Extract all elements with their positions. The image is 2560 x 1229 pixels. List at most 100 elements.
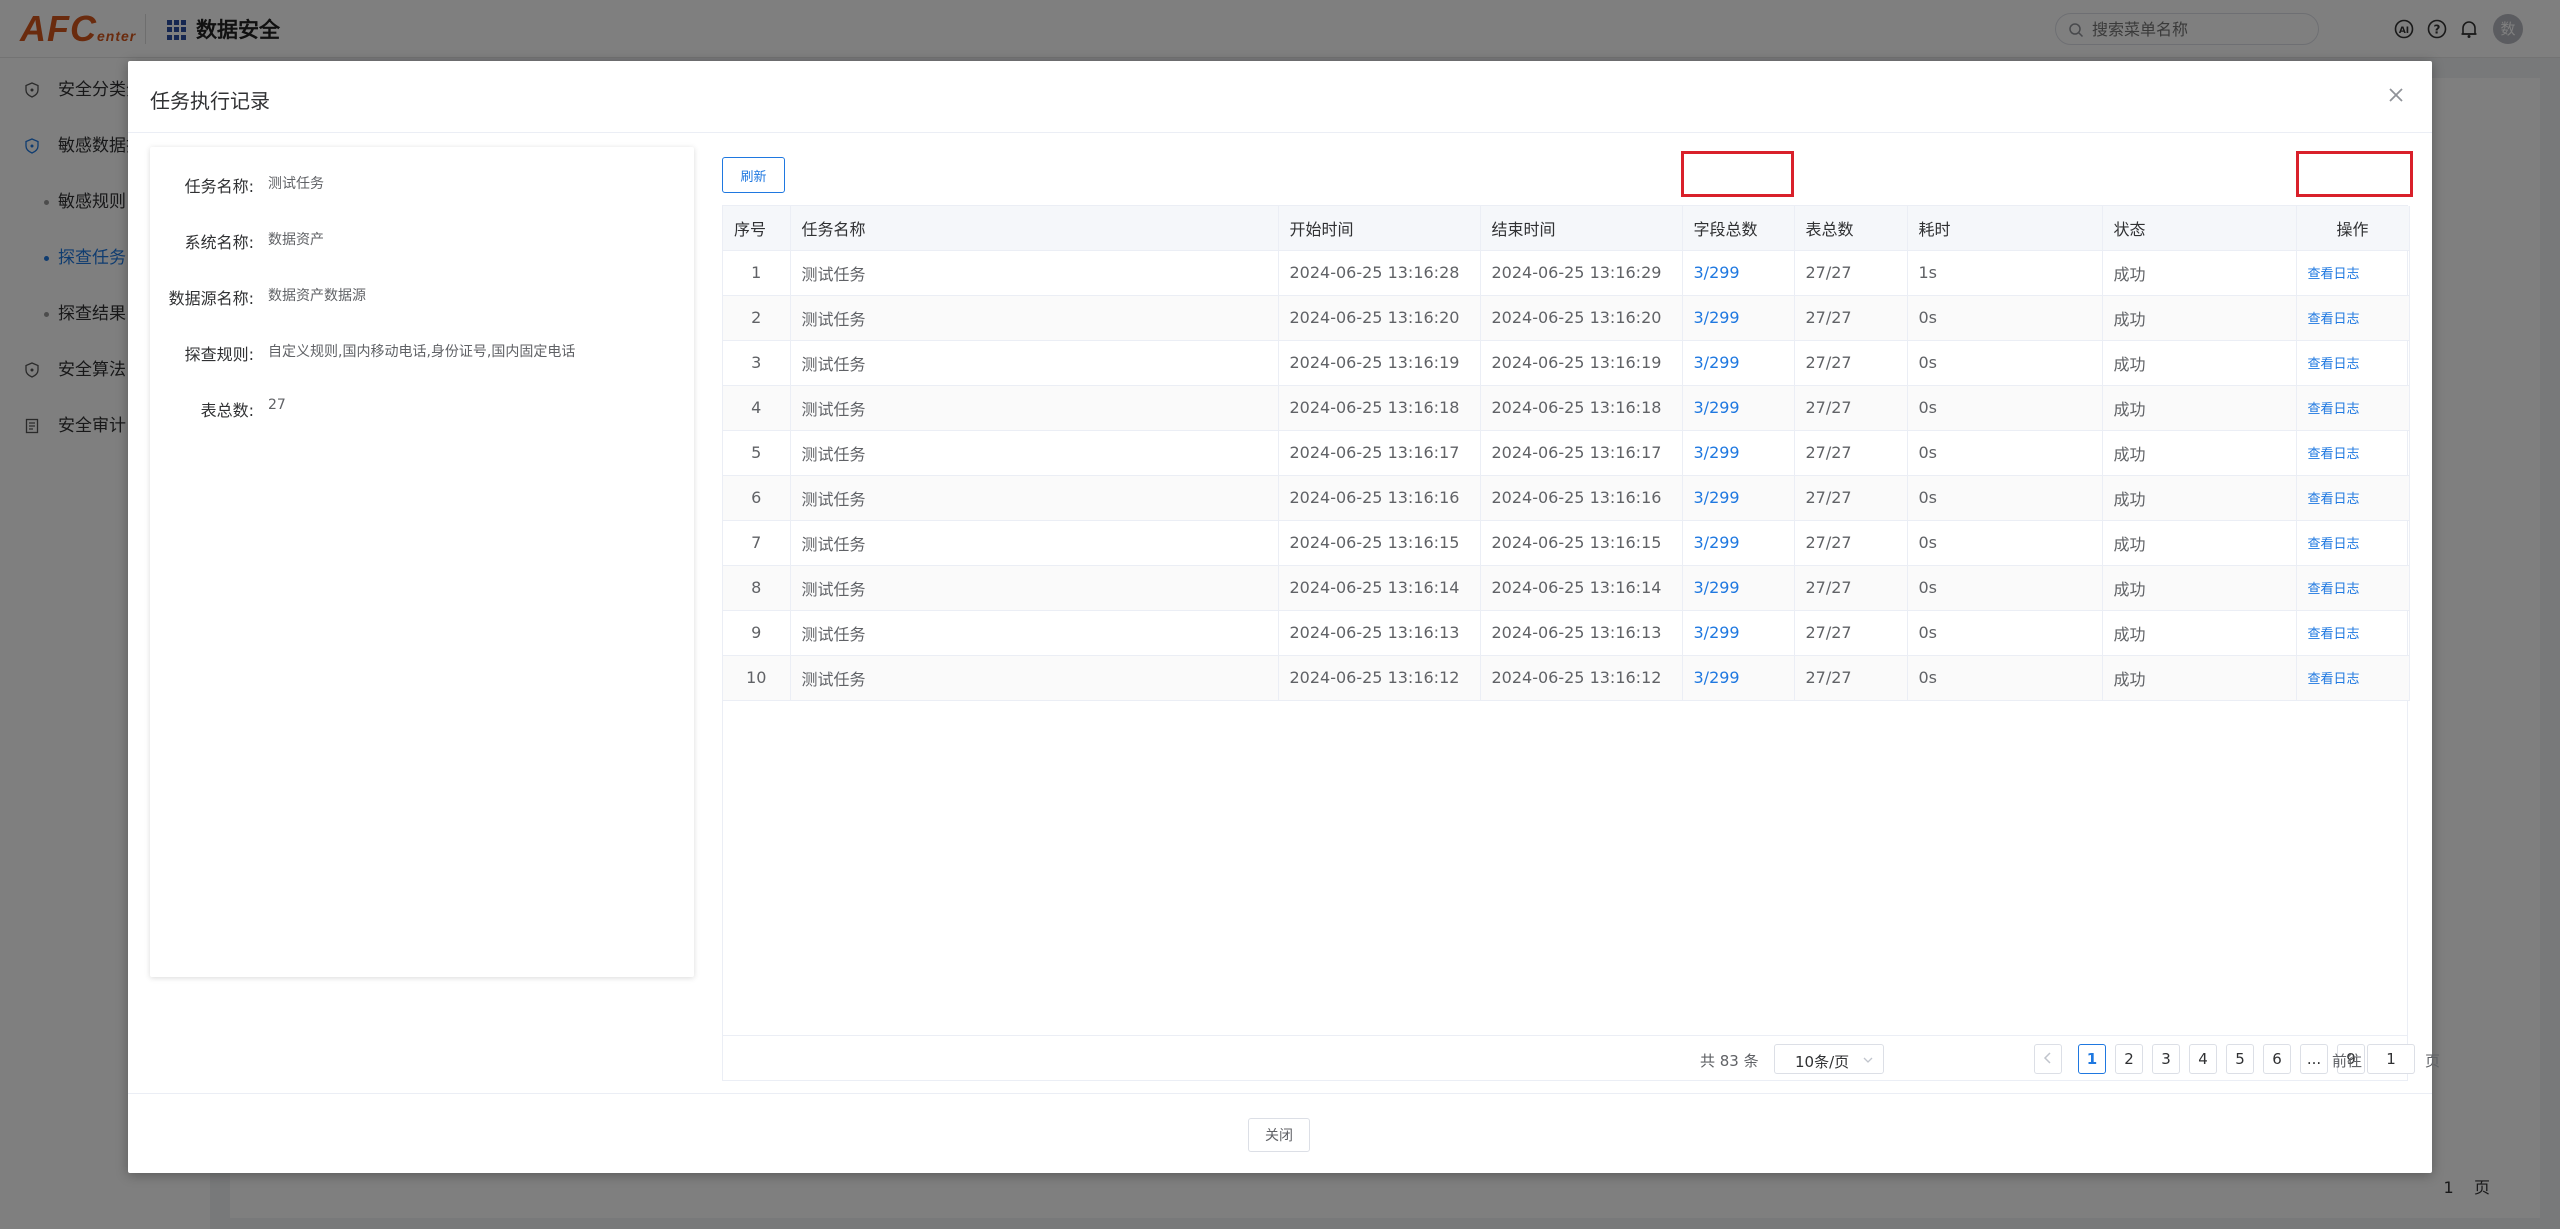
cell-field-total: 3/299 (1682, 295, 1795, 341)
table-row: 4 测试任务 2024-06-25 13:16:18 2024-06-25 13:16… (723, 385, 2410, 431)
page-size-select[interactable]: 10条/页 (1774, 1044, 1884, 1074)
view-log-link[interactable]: 查看日志 (2308, 357, 2360, 372)
view-log-link[interactable]: 查看日志 (2308, 537, 2360, 552)
cell-no: 10 (723, 655, 791, 701)
view-log-link[interactable]: 查看日志 (2308, 267, 2360, 282)
cell-duration: 0s (1907, 430, 2103, 476)
cell-action: 查看日志 (2296, 295, 2410, 341)
task-info-panel: 任务名称: 测试任务 系统名称: 数据资产 数据源名称: 数据资产数据源 探查规… (150, 147, 694, 977)
cell-table-total: 27/27 (1794, 295, 1908, 341)
table-row: 10 测试任务 2024-06-25 13:16:12 2024-06-25 13:1… (723, 655, 2410, 701)
cell-start-time: 2024-06-25 13:16:14 (1278, 565, 1481, 611)
page-button[interactable]: 5 (2226, 1044, 2254, 1074)
col-header: 开始时间 (1278, 206, 1481, 251)
view-log-link[interactable]: 查看日志 (2308, 582, 2360, 597)
goto-page-input[interactable] (2367, 1044, 2415, 1074)
cell-duration: 0s (1907, 340, 2103, 386)
field-total-link[interactable]: 3/299 (1694, 668, 1740, 687)
refresh-button[interactable]: 刷新 (722, 157, 785, 193)
cell-start-time: 2024-06-25 13:16:16 (1278, 475, 1481, 521)
cell-action: 查看日志 (2296, 520, 2410, 566)
table-row: 6 测试任务 2024-06-25 13:16:16 2024-06-25 13:16… (723, 475, 2410, 521)
cell-start-time: 2024-06-25 13:16:28 (1278, 250, 1481, 296)
page-button[interactable]: 4 (2189, 1044, 2217, 1074)
cell-action: 查看日志 (2296, 655, 2410, 701)
cell-table-total: 27/27 (1794, 250, 1908, 296)
cell-status: 成功 (2102, 250, 2297, 296)
cell-field-total: 3/299 (1682, 340, 1795, 386)
table-row: 3 测试任务 2024-06-25 13:16:19 2024-06-25 13:16… (723, 340, 2410, 386)
field-total-link[interactable]: 3/299 (1694, 308, 1740, 327)
table-header-row: 序号 任务名称 开始时间 结束时间 字段总数 表总数 耗时 状态 操作 (723, 206, 2410, 251)
view-log-link[interactable]: 查看日志 (2308, 627, 2360, 642)
cell-no: 2 (723, 295, 791, 341)
cell-table-total: 27/27 (1794, 430, 1908, 476)
cell-duration: 0s (1907, 655, 2103, 701)
goto-unit: 页 (2425, 1052, 2441, 1070)
record-table: 序号 任务名称 开始时间 结束时间 字段总数 表总数 耗时 状态 操作 1 测试任… (722, 205, 2410, 1081)
cell-duration: 0s (1907, 565, 2103, 611)
cell-no: 6 (723, 475, 791, 521)
field-total-link[interactable]: 3/299 (1694, 488, 1740, 507)
pagination: 共 83 条 10条/页 1 2 3 4 5 6 ... 9 前往页 (722, 1035, 2440, 1081)
view-log-link[interactable]: 查看日志 (2308, 312, 2360, 327)
table-row: 2 测试任务 2024-06-25 13:16:20 2024-06-25 13:16… (723, 295, 2410, 341)
highlight-box-fields (1681, 151, 1794, 197)
cell-table-total: 27/27 (1794, 385, 1908, 431)
cell-end-time: 2024-06-25 13:16:17 (1480, 430, 1683, 476)
field-total-link[interactable]: 3/299 (1694, 263, 1740, 282)
cell-task-name: 测试任务 (790, 655, 1279, 701)
goto-label: 前往 (2332, 1052, 2363, 1070)
view-log-link[interactable]: 查看日志 (2308, 672, 2360, 687)
cell-action: 查看日志 (2296, 385, 2410, 431)
close-button[interactable]: 关闭 (1248, 1118, 1310, 1152)
view-log-link[interactable]: 查看日志 (2308, 447, 2360, 462)
cell-table-total: 27/27 (1794, 520, 1908, 566)
info-scan-rules: 探查规则: 自定义规则,国内移动电话,身份证号,国内固定电话 (184, 344, 576, 364)
cell-action: 查看日志 (2296, 340, 2410, 386)
field-total-link[interactable]: 3/299 (1694, 623, 1740, 642)
cell-no: 3 (723, 340, 791, 386)
dialog-footer: 关闭 (128, 1093, 2432, 1173)
field-total-link[interactable]: 3/299 (1694, 398, 1740, 417)
cell-task-name: 测试任务 (790, 250, 1279, 296)
cell-duration: 0s (1907, 520, 2103, 566)
close-icon[interactable] (2384, 83, 2408, 107)
col-header: 耗时 (1907, 206, 2103, 251)
more-pages-button[interactable]: ... (2300, 1044, 2328, 1074)
col-header: 结束时间 (1480, 206, 1683, 251)
cell-status: 成功 (2102, 475, 2297, 521)
page-button[interactable]: 3 (2152, 1044, 2180, 1074)
prev-page-button[interactable] (2034, 1044, 2062, 1074)
field-total-link[interactable]: 3/299 (1694, 578, 1740, 597)
cell-table-total: 27/27 (1794, 565, 1908, 611)
page-button[interactable]: 1 (2078, 1044, 2106, 1074)
cell-no: 5 (723, 430, 791, 476)
cell-field-total: 3/299 (1682, 655, 1795, 701)
cell-task-name: 测试任务 (790, 520, 1279, 566)
cell-end-time: 2024-06-25 13:16:14 (1480, 565, 1683, 611)
field-total-link[interactable]: 3/299 (1694, 353, 1740, 372)
cell-field-total: 3/299 (1682, 385, 1795, 431)
cell-table-total: 27/27 (1794, 655, 1908, 701)
cell-field-total: 3/299 (1682, 475, 1795, 521)
cell-status: 成功 (2102, 520, 2297, 566)
view-log-link[interactable]: 查看日志 (2308, 492, 2360, 507)
page-button[interactable]: 6 (2263, 1044, 2291, 1074)
field-total-link[interactable]: 3/299 (1694, 533, 1740, 552)
page-button[interactable]: 2 (2115, 1044, 2143, 1074)
cell-table-total: 27/27 (1794, 340, 1908, 386)
chevron-down-icon (1863, 1057, 1873, 1063)
cell-task-name: 测试任务 (790, 430, 1279, 476)
field-total-link[interactable]: 3/299 (1694, 443, 1740, 462)
cell-field-total: 3/299 (1682, 520, 1795, 566)
cell-end-time: 2024-06-25 13:16:15 (1480, 520, 1683, 566)
view-log-link[interactable]: 查看日志 (2308, 402, 2360, 417)
pagination-total: 共 83 条 (1700, 1052, 1759, 1070)
cell-task-name: 测试任务 (790, 295, 1279, 341)
cell-start-time: 2024-06-25 13:16:20 (1278, 295, 1481, 341)
col-header: 序号 (723, 206, 791, 251)
cell-start-time: 2024-06-25 13:16:15 (1278, 520, 1481, 566)
cell-no: 9 (723, 610, 791, 656)
cell-task-name: 测试任务 (790, 340, 1279, 386)
